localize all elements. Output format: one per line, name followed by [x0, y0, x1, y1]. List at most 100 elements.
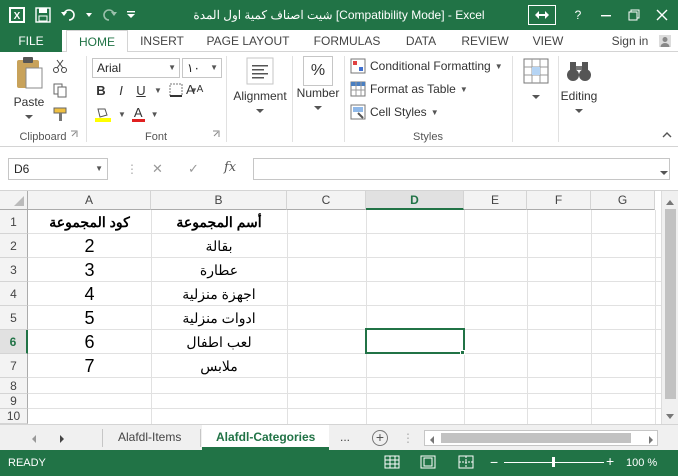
- cell-a2[interactable]: 2: [28, 234, 151, 258]
- undo-icon[interactable]: [58, 5, 80, 25]
- font-launcher-icon[interactable]: [212, 127, 220, 141]
- row-header-5[interactable]: 5: [0, 306, 28, 330]
- worksheet-grid[interactable]: A B C D E F G 1 2 3 4 5 6 7 8 9 10 كود ا…: [0, 191, 678, 424]
- column-header-d[interactable]: D: [366, 191, 464, 210]
- sign-in-link[interactable]: Sign in: [604, 30, 656, 52]
- increase-font-size-button[interactable]: A: [186, 82, 195, 97]
- tab-file[interactable]: FILE: [0, 30, 62, 52]
- vertical-scroll-thumb[interactable]: [665, 209, 676, 399]
- tab-split-grip-icon[interactable]: ⋮: [402, 431, 414, 445]
- expand-formula-bar-icon[interactable]: [660, 165, 668, 179]
- active-cell-d6[interactable]: [365, 328, 465, 354]
- cell-b7[interactable]: ملابس: [151, 354, 287, 378]
- cut-button[interactable]: [52, 58, 68, 74]
- cancel-entry-button[interactable]: ✕: [152, 161, 163, 177]
- font-color-button[interactable]: A: [131, 106, 145, 122]
- cells-button[interactable]: [516, 56, 556, 103]
- minimize-icon[interactable]: [594, 4, 618, 26]
- column-header-f[interactable]: F: [527, 191, 591, 210]
- fill-color-dropdown-icon[interactable]: ▼: [118, 110, 126, 119]
- cell-b3[interactable]: عطارة: [151, 258, 287, 282]
- cell-b5[interactable]: ادوات منزلية: [151, 306, 287, 330]
- sheet-nav-prev-icon[interactable]: [30, 433, 38, 447]
- scroll-left-icon[interactable]: [428, 434, 436, 448]
- row-header-8[interactable]: 8: [0, 378, 28, 394]
- sheet-nav-next-icon[interactable]: [58, 433, 66, 447]
- scroll-right-icon[interactable]: [647, 434, 655, 448]
- collapse-ribbon-icon[interactable]: [662, 128, 672, 142]
- help-button[interactable]: ?: [566, 4, 590, 26]
- row-header-1[interactable]: 1: [0, 210, 28, 234]
- fill-color-icon[interactable]: [94, 106, 112, 122]
- tab-data[interactable]: DATA: [400, 30, 442, 52]
- column-header-a[interactable]: A: [28, 191, 151, 210]
- zoom-level[interactable]: 100 %: [626, 457, 657, 469]
- cell-a5[interactable]: 5: [28, 306, 151, 330]
- insert-function-button[interactable]: fx: [224, 160, 236, 175]
- paste-button[interactable]: Paste: [8, 56, 50, 123]
- copy-button[interactable]: [52, 82, 68, 98]
- scroll-up-icon[interactable]: [665, 195, 675, 209]
- cell-a1[interactable]: كود المجموعة: [28, 210, 151, 234]
- column-header-e[interactable]: E: [464, 191, 527, 210]
- borders-icon[interactable]: [168, 82, 184, 98]
- font-color-dropdown-icon[interactable]: ▼: [151, 110, 159, 119]
- zoom-slider-thumb[interactable]: [552, 457, 555, 467]
- format-as-table-button[interactable]: Format as Table ▼: [350, 81, 468, 97]
- normal-view-icon[interactable]: [384, 455, 400, 472]
- more-sheets-button[interactable]: ...: [334, 425, 356, 450]
- zoom-in-button[interactable]: +: [606, 454, 614, 468]
- cell-b1[interactable]: أسم المجموعة: [151, 210, 287, 234]
- alignment-button[interactable]: Alignment: [230, 56, 290, 117]
- sheet-tab-alafdl-items[interactable]: Alafdl-Items: [104, 425, 195, 450]
- underline-dropdown-icon[interactable]: ▼: [154, 86, 162, 95]
- page-layout-view-icon[interactable]: [420, 455, 436, 472]
- cell-a4[interactable]: 4: [28, 282, 151, 306]
- underline-button[interactable]: U: [134, 83, 148, 98]
- formula-input[interactable]: [253, 158, 670, 180]
- zoom-out-button[interactable]: −: [490, 455, 498, 469]
- cell-b4[interactable]: اجهزة منزلية: [151, 282, 287, 306]
- tab-formulas[interactable]: FORMULAS: [308, 30, 386, 52]
- font-name-select[interactable]: Arial ▼: [92, 58, 180, 78]
- close-icon[interactable]: [650, 4, 674, 26]
- confirm-entry-button[interactable]: ✓: [188, 161, 199, 177]
- cell-b2[interactable]: بقالة: [151, 234, 287, 258]
- paste-dropdown-icon[interactable]: [25, 114, 33, 120]
- row-header-10[interactable]: 10: [0, 409, 28, 424]
- horizontal-scrollbar[interactable]: [424, 430, 658, 446]
- decrease-font-size-button[interactable]: A: [197, 84, 204, 95]
- page-break-view-icon[interactable]: [458, 455, 474, 472]
- customize-toolbar-icon[interactable]: [124, 5, 138, 25]
- clipboard-launcher-icon[interactable]: [70, 127, 78, 141]
- format-painter-button[interactable]: [52, 106, 68, 122]
- row-header-7[interactable]: 7: [0, 354, 28, 378]
- cell-a7[interactable]: 7: [28, 354, 151, 378]
- tab-review[interactable]: REVIEW: [456, 30, 514, 52]
- row-header-6[interactable]: 6: [0, 330, 28, 354]
- restore-icon[interactable]: [622, 4, 646, 26]
- cell-b6[interactable]: لعب اطفال: [151, 330, 287, 354]
- tab-page-layout[interactable]: PAGE LAYOUT: [202, 30, 294, 52]
- cell-a3[interactable]: 3: [28, 258, 151, 282]
- fill-handle[interactable]: [460, 350, 465, 355]
- row-header-9[interactable]: 9: [0, 394, 28, 409]
- italic-button[interactable]: I: [114, 83, 128, 98]
- select-all-corner[interactable]: [0, 191, 28, 210]
- tab-insert[interactable]: INSERT: [136, 30, 188, 52]
- conditional-formatting-button[interactable]: Conditional Formatting ▼: [350, 58, 503, 74]
- row-header-2[interactable]: 2: [0, 234, 28, 258]
- number-button[interactable]: % Number: [294, 56, 342, 114]
- horizontal-scroll-thumb[interactable]: [441, 433, 631, 443]
- vertical-scrollbar[interactable]: [661, 191, 678, 424]
- undo-dropdown-icon[interactable]: [84, 5, 94, 25]
- font-size-select[interactable]: ١٠ ▼: [182, 58, 222, 78]
- sheet-tab-alafdl-categories[interactable]: Alafdl-Categories: [202, 425, 330, 450]
- account-icon[interactable]: [654, 30, 676, 52]
- ribbon-display-options-icon[interactable]: [528, 5, 556, 25]
- row-header-4[interactable]: 4: [0, 282, 28, 306]
- name-box[interactable]: D6 ▼: [8, 158, 108, 180]
- scroll-down-icon[interactable]: [665, 410, 675, 424]
- new-sheet-button[interactable]: +: [372, 430, 388, 446]
- editing-button[interactable]: Editing: [560, 56, 598, 117]
